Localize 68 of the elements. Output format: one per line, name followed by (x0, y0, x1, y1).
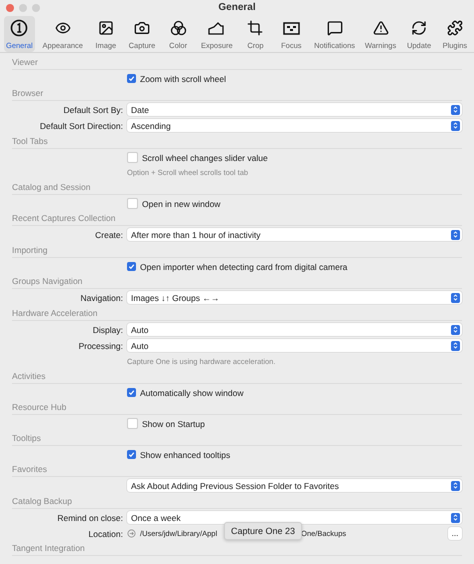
stepper-arrows-icon (453, 122, 458, 129)
dropdown-field[interactable]: Ask About Adding Previous Session Folder to Favorites (127, 479, 462, 492)
dropdown-field[interactable]: After more than 1 hour of inactivity (127, 228, 462, 241)
crop-icon (247, 20, 264, 36)
section-header: Tangent Integration (12, 541, 462, 556)
checkbox[interactable] (127, 450, 136, 459)
section-header: Browser (12, 86, 462, 101)
field-label: Create: (94, 230, 124, 240)
checkbox-label: Open in new window (142, 198, 220, 208)
dropdown-field[interactable]: Auto (127, 323, 462, 336)
section-header: Resource Hub (12, 400, 462, 415)
checkbox[interactable] (127, 388, 136, 397)
field-label: Location: (88, 528, 124, 538)
stepper-arrows-icon (453, 106, 458, 113)
field-label: Default Sort Direction: (38, 120, 124, 130)
section-header: Recent Captures Collection (12, 211, 462, 226)
dropdown-field[interactable]: Ascending (127, 119, 462, 132)
focus-grid-icon (282, 22, 300, 34)
section-header: Activities (12, 369, 462, 384)
field-label: Navigation: (79, 292, 124, 302)
field-label: Display: (92, 324, 124, 334)
numbered-circle-icon (10, 19, 28, 37)
checkbox[interactable] (127, 262, 136, 271)
section-header: Importing (12, 243, 462, 258)
update-icon (411, 20, 428, 36)
section-header: Viewer (12, 55, 462, 70)
section-header: Tool Tabs (12, 134, 462, 149)
dropdown-field[interactable]: Auto (127, 339, 462, 352)
stepper-arrows-icon (453, 514, 458, 521)
dropdown-field[interactable]: Images ↓↑ Groups ←→ (127, 291, 462, 304)
field-label: Processing: (78, 340, 124, 350)
checkbox[interactable] (127, 74, 136, 83)
field-label: Remind on close: (56, 512, 124, 522)
section-header: Hardware Acceleration (12, 306, 462, 321)
picture-icon (98, 20, 114, 36)
close-button[interactable] (6, 4, 14, 12)
camera-icon (134, 20, 150, 36)
checkbox-label: Scroll wheel changes slider value (142, 152, 268, 162)
window-title: General (218, 2, 256, 12)
section-header: Groups Navigation (12, 274, 462, 289)
field-label: Default Sort By: (62, 104, 124, 114)
checkbox[interactable] (127, 198, 138, 209)
checkbox-label: Show on Startup (142, 418, 205, 428)
checkbox-label: Open importer when detecting card from digital camera (140, 262, 348, 272)
tooltip: Capture One 23 (224, 522, 302, 540)
warning-icon (372, 20, 389, 36)
checkbox[interactable] (127, 418, 138, 429)
eye-icon (54, 20, 71, 36)
checkbox[interactable] (127, 152, 138, 163)
section-header: Favorites (12, 462, 462, 477)
puzzle-icon (446, 20, 463, 36)
checkbox-label: Automatically show window (140, 388, 244, 398)
browse-button[interactable]: ... (448, 527, 462, 540)
stepper-arrows-icon (453, 482, 458, 489)
stepper-arrows-icon (453, 294, 458, 301)
dropdown-field[interactable]: Date (127, 103, 462, 116)
dropdown-field[interactable]: Once a week (127, 511, 462, 524)
histogram-icon (208, 21, 226, 35)
speech-bubble-icon (326, 20, 343, 36)
checkbox-label: Zoom with scroll wheel (140, 74, 226, 84)
color-circles-icon (170, 20, 187, 36)
stepper-arrows-icon (453, 231, 458, 238)
section-header: Tooltips (12, 431, 462, 446)
checkbox-label: Show enhanced tooltips (140, 450, 230, 460)
section-header: Catalog Backup (12, 494, 462, 509)
stepper-arrows-icon (453, 326, 458, 333)
stepper-arrows-icon (453, 342, 458, 349)
section-header: Catalog and Session (12, 180, 462, 195)
